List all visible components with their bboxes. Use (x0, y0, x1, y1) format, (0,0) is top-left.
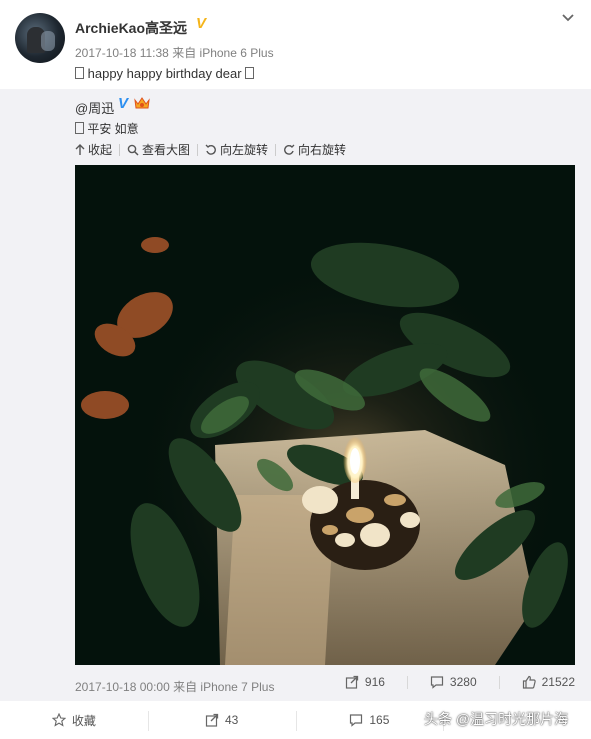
stat-divider (406, 675, 408, 689)
post-text: happy happy birthday dear (75, 66, 255, 81)
emoji-placeholder-icon (245, 67, 255, 79)
rotate-left-icon (205, 144, 216, 155)
stat-divider (498, 675, 500, 689)
verified-badge-icon: V (196, 15, 207, 32)
repost-stat-reposts[interactable]: 916 (345, 675, 385, 689)
likes-count: 21522 (541, 675, 575, 689)
candle-photo-illustration (75, 165, 575, 665)
repost-meta: 2017-10-18 00:00 来自 iPhone 7 Plus (75, 678, 274, 695)
magnifier-icon (127, 144, 139, 156)
post-timestamp[interactable]: 2017-10-18 11:38 (75, 46, 169, 60)
author-avatar[interactable] (15, 13, 65, 63)
post-meta: 2017-10-18 11:38 来自 iPhone 6 Plus (75, 44, 274, 61)
comments-count: 3280 (449, 675, 477, 689)
toolbar-divider (197, 143, 199, 156)
share-icon (205, 713, 219, 727)
post-text-content: happy happy birthday dear (87, 66, 242, 81)
favorite-label: 收藏 (71, 713, 96, 728)
comment-icon (350, 714, 363, 727)
repost-text-content: 平安 如意 (87, 122, 139, 136)
comment-icon (430, 676, 444, 689)
post-source: 来自 iPhone 6 Plus (172, 46, 274, 60)
vip-crown-icon (134, 97, 150, 109)
toolbar-divider (119, 143, 121, 156)
toolbar-divider (275, 143, 277, 156)
chevron-down-icon[interactable] (560, 10, 576, 26)
rotate-right-button[interactable]: 向右旋转 (283, 141, 346, 158)
share-icon (345, 675, 359, 689)
collapse-button[interactable]: 收起 (75, 141, 112, 158)
repost-stat-comments[interactable]: 3280 (406, 675, 477, 689)
favorite-button[interactable]: 收藏 (0, 701, 148, 739)
avatar-figure-highlight (41, 31, 55, 51)
post-photo[interactable] (75, 165, 575, 665)
weibo-post-card: ArchieKao高圣远 V 2017-10-18 11:38 来自 iPhon… (0, 0, 591, 739)
repost-author[interactable]: @周迅 (75, 98, 114, 117)
rotate-right-label: 向右旋转 (298, 143, 347, 157)
arrow-up-icon (75, 143, 85, 155)
comment-button[interactable]: 165 (295, 701, 444, 739)
repost-count: 43 (224, 713, 239, 727)
rotate-right-icon (284, 144, 295, 155)
thumbs-up-icon (522, 675, 536, 689)
repost-text: 平安 如意 (75, 120, 139, 137)
repost-stats: 916 3280 21522 (323, 675, 575, 689)
star-icon (51, 713, 66, 727)
author-name[interactable]: ArchieKao高圣远 (75, 18, 187, 38)
source-watermark: 头条 @温习时光那片海 (424, 711, 569, 727)
repost-timestamp[interactable]: 2017-10-18 00:00 (75, 680, 170, 694)
emoji-placeholder-icon (75, 122, 84, 134)
view-large-label: 查看大图 (142, 143, 191, 157)
emoji-placeholder-icon (75, 67, 84, 79)
comment-count: 165 (369, 713, 390, 727)
collapse-label: 收起 (88, 143, 113, 157)
repost-stat-likes[interactable]: 21522 (498, 675, 575, 689)
reposts-count: 916 (364, 675, 385, 689)
verified-blue-badge-icon: V (118, 95, 129, 112)
repost-button[interactable]: 43 (147, 701, 296, 739)
image-toolbar: 收起 查看大图 向左旋转 向右旋转 (75, 141, 353, 158)
repost-source: 来自 iPhone 7 Plus (173, 680, 275, 694)
repost-block: @周迅 V 平安 如意 收起 查看大图 向左旋转 向右旋转 2017-10-18… (0, 89, 591, 701)
rotate-left-button[interactable]: 向左旋转 (205, 141, 268, 158)
view-large-button[interactable]: 查看大图 (127, 141, 190, 158)
rotate-left-label: 向左旋转 (220, 143, 269, 157)
